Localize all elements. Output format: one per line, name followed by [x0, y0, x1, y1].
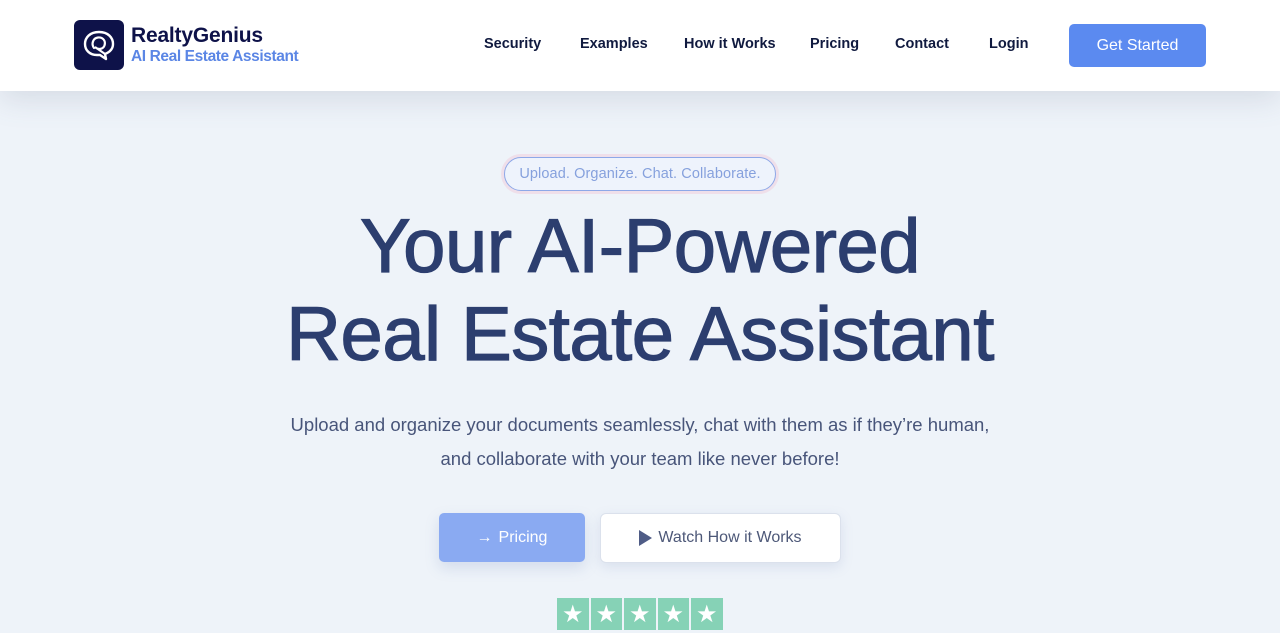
- play-icon: [639, 530, 653, 546]
- hero-title-line-2: Real Estate Assistant: [286, 291, 995, 377]
- star-icon: ★: [691, 598, 723, 630]
- watch-button-label: Watch How it Works: [658, 529, 802, 546]
- hero-title: Your AI-Powered Real Estate Assistant: [0, 203, 1280, 379]
- nav-pricing[interactable]: Pricing: [810, 36, 859, 52]
- hero-title-line-1: Your AI-Powered: [359, 203, 921, 289]
- nav-contact[interactable]: Contact: [895, 36, 949, 52]
- pricing-button[interactable]: → Pricing: [439, 513, 585, 562]
- site-header: RealtyGenius AI Real Estate Assistant Se…: [0, 0, 1280, 91]
- nav-how-it-works[interactable]: How it Works: [684, 36, 776, 52]
- hero-subtitle: Upload and organize your documents seaml…: [290, 414, 990, 469]
- star-icon: ★: [657, 598, 689, 630]
- nav-security[interactable]: Security: [484, 36, 541, 52]
- watch-how-it-works-button[interactable]: Watch How it Works: [600, 513, 841, 563]
- chat-bubble-logo-icon: [74, 20, 124, 70]
- star-rating: ★ ★ ★ ★ ★: [557, 598, 723, 630]
- star-icon: ★: [557, 598, 589, 630]
- nav-login[interactable]: Login: [989, 36, 1028, 52]
- arrow-right-icon: →: [476, 528, 493, 546]
- brand-tagline: AI Real Estate Assistant: [131, 48, 299, 66]
- star-icon: ★: [624, 598, 656, 630]
- nav-examples[interactable]: Examples: [580, 36, 648, 52]
- brand-name: RealtyGenius: [131, 24, 263, 48]
- star-icon: ★: [590, 598, 622, 630]
- get-started-button[interactable]: Get Started: [1069, 24, 1206, 67]
- tagline-badge: Upload. Organize. Chat. Collaborate.: [504, 157, 776, 191]
- pricing-button-label: Pricing: [498, 528, 548, 546]
- brand-logo[interactable]: RealtyGenius AI Real Estate Assistant: [74, 20, 299, 70]
